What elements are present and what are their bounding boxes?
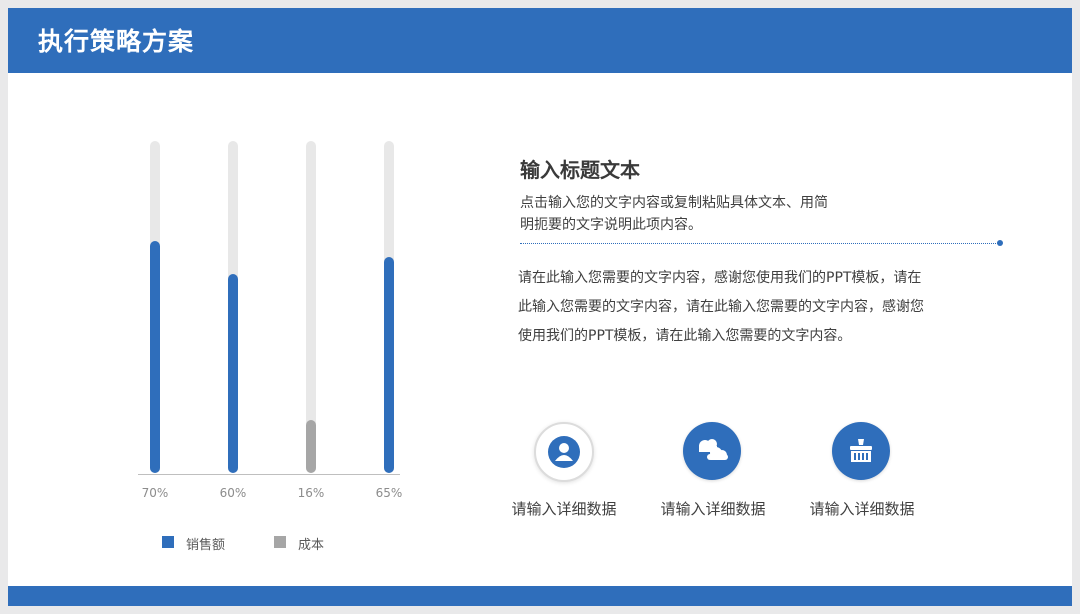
bar-fill-cost-3 [306, 420, 316, 473]
bar-chart: 70% 60% 16% 65% 销售额 成本 [128, 138, 428, 558]
body-line-3: 使用我们的PPT模板，请在此输入您需要的文字内容。 [518, 328, 852, 344]
user-icon [548, 436, 580, 468]
footer-bar [8, 586, 1072, 606]
legend-label-cost: 成本 [298, 538, 325, 553]
feature-cloud[interactable] [683, 422, 741, 480]
cloud-icon [699, 439, 728, 460]
bar-fill-sales-4 [384, 257, 394, 473]
feature-user[interactable] [534, 422, 594, 482]
feature-label-3: 请输入详细数据 [809, 500, 915, 518]
bar-label-2: 60% [219, 486, 247, 500]
content-heading: 输入标题文本 [520, 158, 640, 182]
bar-track-4 [384, 141, 394, 473]
body-line-2: 此输入您需要的文字内容，请在此输入您需要的文字内容，感谢您 [518, 299, 924, 315]
slide: 执行策略方案 70% 60% 16% 65% 销售额 成本 输入标题文本 点击输… [8, 8, 1072, 606]
content-subtext: 点击输入您的文字内容或复制粘贴具体文本、用简 明扼要的文字说明此项内容。 [520, 192, 900, 236]
legend-swatch-cost [274, 536, 286, 548]
subtext-line-2: 明扼要的文字说明此项内容。 [520, 217, 702, 233]
bar-track-2 [228, 141, 238, 473]
bar-label-1: 70% [141, 486, 169, 500]
feature-label-1: 请输入详细数据 [511, 500, 617, 518]
bar-label-3: 16% [297, 486, 325, 500]
legend-label-sales: 销售额 [186, 538, 226, 553]
feature-label-2: 请输入详细数据 [660, 500, 766, 518]
bar-fill-sales-2 [228, 274, 238, 473]
bar-track-1 [150, 141, 160, 473]
bar-label-4: 65% [375, 486, 403, 500]
brush-icon [850, 439, 872, 462]
divider-endpoint [997, 240, 1003, 246]
content-body: 请在此输入您需要的文字内容，感谢您使用我们的PPT模板，请在 此输入您需要的文字… [518, 264, 988, 351]
feature-brush[interactable] [832, 422, 890, 480]
bar-track-3 [306, 141, 316, 473]
body-line-1: 请在此输入您需要的文字内容，感谢您使用我们的PPT模板，请在 [518, 270, 922, 286]
bar-fill-sales-1 [150, 241, 160, 473]
subtext-line-1: 点击输入您的文字内容或复制粘贴具体文本、用简 [520, 195, 828, 211]
page-title: 执行策略方案 [38, 27, 195, 56]
dotted-divider [520, 243, 1000, 244]
header-bar: 执行策略方案 [8, 8, 1072, 73]
chart-baseline [138, 474, 400, 475]
legend-swatch-sales [162, 536, 174, 548]
